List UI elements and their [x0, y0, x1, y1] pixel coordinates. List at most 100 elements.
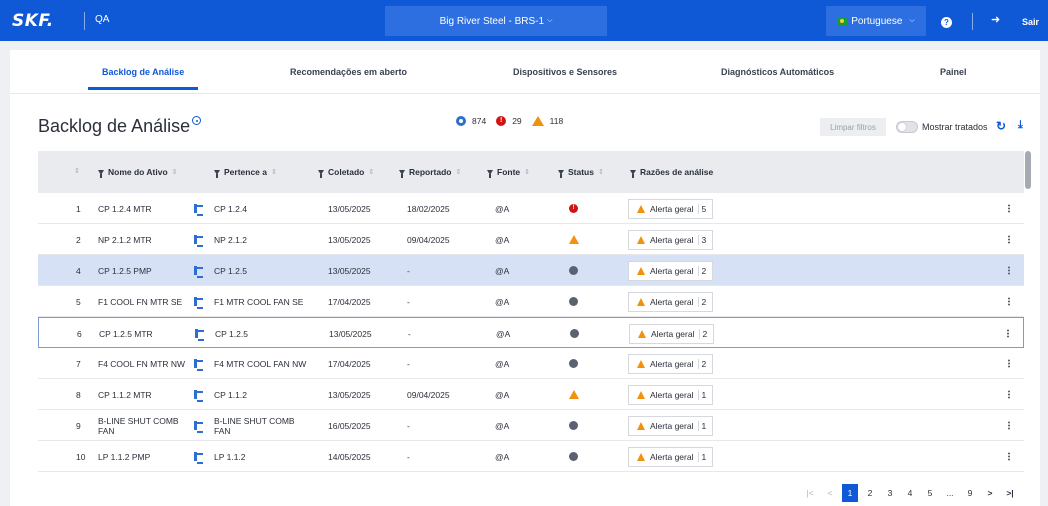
filter-icon[interactable]: [318, 169, 324, 178]
filter-icon[interactable]: [558, 169, 564, 178]
filter-icon[interactable]: [630, 169, 636, 178]
page-button-2[interactable]: 2: [860, 484, 880, 502]
asset-name[interactable]: CP 1.2.4 MTR: [98, 193, 188, 224]
page-button-3[interactable]: 3: [880, 484, 900, 502]
tab-auto-diagnostics[interactable]: Diagnósticos Automáticos: [721, 67, 834, 77]
hierarchy-icon[interactable]: [194, 286, 203, 317]
reason-label: Alerta geral: [650, 234, 694, 245]
tab-recommendations[interactable]: Recomendações em aberto: [290, 67, 407, 77]
table-row[interactable]: 4 CP 1.2.5 PMP CP 1.2.5 13/05/2025 - @A Alerta…: [38, 255, 1024, 286]
column-reported[interactable]: Reportado ⇕: [399, 167, 462, 178]
hierarchy-icon[interactable]: [194, 193, 203, 224]
filter-icon[interactable]: [214, 169, 220, 178]
more-options-icon[interactable]: [1008, 204, 1010, 213]
more-options-icon[interactable]: [1008, 266, 1010, 275]
sort-icon[interactable]: ⇕: [524, 168, 530, 176]
site-selector[interactable]: Big River Steel - BRS-1 ⌵: [385, 6, 607, 36]
table-row[interactable]: 9 B-LINE SHUT COMB FAN B-LINE SHUT COMB FA…: [38, 410, 1024, 441]
warning-icon: [637, 359, 645, 368]
hierarchy-icon[interactable]: [194, 379, 203, 410]
reported-date: -: [407, 451, 410, 462]
page-button-1[interactable]: 1: [842, 484, 858, 502]
hierarchy-icon[interactable]: [194, 224, 203, 255]
hierarchy-icon[interactable]: [194, 348, 203, 379]
sort-icon[interactable]: ⇕: [598, 168, 604, 176]
first-page-button[interactable]: |<: [800, 484, 820, 502]
more-options-icon[interactable]: [1008, 359, 1010, 368]
more-options-icon[interactable]: [1008, 235, 1010, 244]
table-row[interactable]: 5 F1 COOL FN MTR SE F1 MTR COOL FAN SE 17/0…: [38, 286, 1024, 317]
logout-button[interactable]: Sair: [1022, 17, 1039, 27]
more-options-icon[interactable]: [1008, 297, 1010, 306]
prev-page-button[interactable]: <: [820, 484, 840, 502]
table-row[interactable]: 2 NP 2.1.2 MTR NP 2.1.2 13/05/2025 09/04/202…: [38, 224, 1024, 255]
hierarchy-icon[interactable]: [194, 410, 203, 441]
column-collected[interactable]: Coletado ⇕: [318, 167, 374, 178]
more-options-icon[interactable]: [1008, 421, 1010, 430]
more-options-icon[interactable]: [1008, 390, 1010, 399]
asset-name[interactable]: CP 1.2.5 MTR: [99, 318, 189, 349]
clear-filters-button[interactable]: Limpar filtros: [820, 118, 886, 136]
column-status[interactable]: Status ⇕: [558, 167, 604, 178]
hierarchy-icon[interactable]: [194, 255, 203, 286]
help-icon[interactable]: ?: [941, 17, 952, 28]
table-row[interactable]: 7 F4 COOL FN MTR NW F4 MTR COOL FAN NW 17/0…: [38, 348, 1024, 379]
column-parent[interactable]: Pertence a ⇕: [214, 167, 277, 178]
hierarchy-icon[interactable]: [195, 318, 204, 349]
reason-label: Alerta geral: [650, 451, 694, 462]
asset-name[interactable]: F4 COOL FN MTR NW: [98, 348, 188, 379]
analysis-reason[interactable]: Alerta geral 3: [628, 224, 713, 255]
asset-name[interactable]: CP 1.2.5 PMP: [98, 255, 188, 286]
asset-name[interactable]: F1 COOL FN MTR SE: [98, 286, 188, 317]
analysis-reason[interactable]: Alerta geral 2: [628, 286, 713, 317]
hierarchy-icon[interactable]: [194, 441, 203, 472]
filter-icon[interactable]: [399, 169, 405, 178]
analysis-reason[interactable]: Alerta geral 2: [628, 348, 713, 379]
row-number-sort[interactable]: ⇕: [74, 167, 80, 175]
table-row[interactable]: 8 CP 1.1.2 MTR CP 1.1.2 13/05/2025 09/04/202…: [38, 379, 1024, 410]
analysis-reason[interactable]: Alerta geral 5: [628, 193, 713, 224]
column-asset-name[interactable]: Nome do Ativo ⇕: [98, 167, 178, 178]
download-icon[interactable]: ⤓: [1018, 119, 1023, 132]
tab-dashboard[interactable]: Painel: [940, 67, 967, 77]
sort-icon[interactable]: ⇕: [172, 168, 178, 176]
table-scrollbar[interactable]: [1025, 151, 1031, 189]
logout-icon[interactable]: ➜: [991, 13, 1000, 26]
table-row[interactable]: 6 CP 1.2.5 MTR CP 1.2.5 13/05/2025 - @A Alerta…: [38, 317, 1024, 348]
page-button-4[interactable]: 4: [900, 484, 920, 502]
main-panel: Backlog de Análise Recomendações em aber…: [10, 50, 1040, 506]
analysis-reason[interactable]: Alerta geral 1: [628, 379, 713, 410]
analysis-reason[interactable]: Alerta geral 2: [629, 318, 714, 349]
asset-name[interactable]: B-LINE SHUT COMB FAN: [98, 410, 188, 441]
page-button-last[interactable]: 9: [960, 484, 980, 502]
last-page-button[interactable]: >|: [1000, 484, 1020, 502]
table-row[interactable]: 10 LP 1.1.2 PMP LP 1.1.2 14/05/2025 - @A Alert…: [38, 441, 1024, 472]
collected-date: 17/04/2025: [328, 358, 371, 369]
show-treated-toggle[interactable]: [896, 121, 918, 133]
asset-name[interactable]: CP 1.1.2 MTR: [98, 379, 188, 410]
analysis-reason[interactable]: Alerta geral 1: [628, 441, 713, 472]
tab-devices[interactable]: Dispositivos e Sensores: [513, 67, 617, 77]
warning-icon: [637, 421, 645, 430]
filter-icon[interactable]: [487, 169, 493, 178]
asset-name[interactable]: LP 1.1.2 PMP: [98, 441, 188, 472]
refresh-icon[interactable]: ↻: [996, 119, 1006, 133]
sort-icon[interactable]: ⇕: [271, 168, 277, 176]
next-page-button[interactable]: >: [980, 484, 1000, 502]
column-source[interactable]: Fonte ⇕: [487, 167, 530, 178]
more-options-icon[interactable]: [1008, 452, 1010, 461]
more-options-icon[interactable]: [1007, 329, 1009, 338]
table-row[interactable]: 1 CP 1.2.4 MTR CP 1.2.4 13/05/2025 18/02/202…: [38, 193, 1024, 224]
sort-icon[interactable]: ⇕: [456, 168, 462, 176]
sort-icon[interactable]: ⇕: [368, 168, 374, 176]
tab-backlog[interactable]: Backlog de Análise: [102, 67, 184, 77]
info-icon[interactable]: [192, 116, 201, 125]
reason-count: 2: [698, 296, 706, 307]
analysis-reason[interactable]: Alerta geral 1: [628, 410, 713, 441]
language-selector[interactable]: Portuguese ⌵: [826, 6, 926, 36]
page-button-5[interactable]: 5: [920, 484, 940, 502]
filter-icon[interactable]: [98, 169, 104, 178]
column-reasons[interactable]: Razões de análise: [630, 167, 713, 178]
analysis-reason[interactable]: Alerta geral 2: [628, 255, 713, 286]
asset-name[interactable]: NP 2.1.2 MTR: [98, 224, 188, 255]
